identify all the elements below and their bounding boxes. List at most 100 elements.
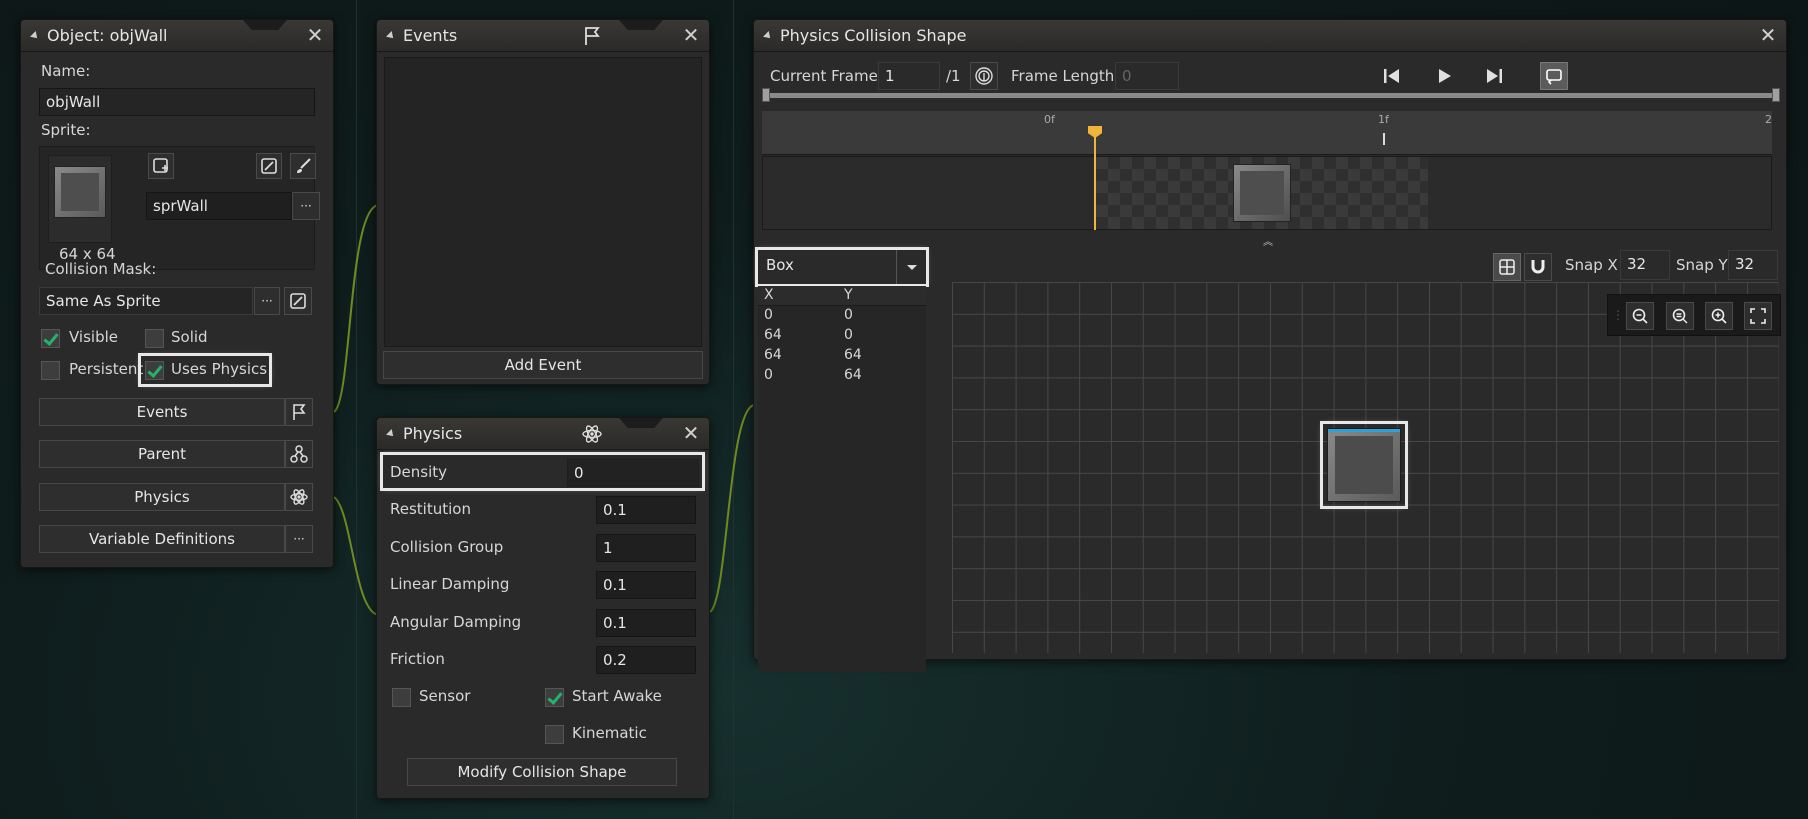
friction-input[interactable]: 0.2 (596, 646, 696, 674)
snap-x-label: Snap X (1565, 256, 1618, 274)
solid-label: Solid (171, 328, 208, 346)
table-row[interactable]: 0 64 (758, 366, 926, 386)
zoom-reset-button[interactable] (1666, 302, 1694, 330)
magnet-icon (1531, 260, 1545, 274)
frame-length-input[interactable]: 0 (1115, 62, 1179, 90)
table-row[interactable]: 64 64 (758, 346, 926, 366)
parent-icon-button[interactable] (285, 440, 313, 468)
chevron-down-icon (907, 265, 917, 270)
zoom-out-button[interactable] (1626, 302, 1654, 330)
restitution-input[interactable]: 0.1 (596, 496, 696, 524)
visible-label: Visible (69, 328, 118, 346)
new-sprite-button[interactable] (148, 153, 174, 179)
points-header-x: X (764, 287, 774, 303)
density-input[interactable]: 0 (567, 459, 699, 487)
timeline-scrollbar[interactable] (762, 88, 1780, 102)
close-icon[interactable]: ✕ (681, 423, 701, 443)
loop-toggle-button[interactable] (1540, 62, 1568, 90)
physics-panel: Physics ✕ Density 0 Restitution 0.1 Coll… (376, 417, 710, 799)
events-panel-header: Events ✕ (377, 20, 709, 52)
collision-mask-label: Collision Mask: (45, 260, 157, 278)
zoom-in-button[interactable] (1705, 302, 1733, 330)
sprite-name-field[interactable]: sprWall (146, 192, 292, 220)
fullscreen-button[interactable] (1744, 302, 1772, 330)
onion-skin-button[interactable] (970, 62, 998, 90)
collapse-arrow-icon[interactable] (386, 30, 396, 41)
sprite-box: 64 x 64 sprWall ··· (39, 146, 320, 270)
snap-toggle-button[interactable] (1524, 253, 1552, 281)
add-event-button[interactable]: Add Event (383, 351, 703, 379)
angular-damping-input[interactable]: 0.1 (596, 609, 696, 637)
table-row[interactable]: 0 0 (758, 306, 926, 326)
physics-button[interactable]: Physics (39, 483, 285, 511)
play-icon[interactable] (1434, 66, 1454, 90)
object-panel: Object: objWall ✕ Name: objWall Sprite: … (20, 19, 334, 568)
skip-end-icon[interactable] (1484, 66, 1504, 90)
collision-panel-header: Physics Collision Shape ✕ (754, 20, 1786, 52)
collision-sprite[interactable] (1327, 428, 1401, 502)
edit-sprite-button[interactable] (256, 153, 282, 179)
collapse-arrow-icon[interactable] (30, 30, 40, 41)
modify-collision-shape-button[interactable]: Modify Collision Shape (407, 758, 677, 786)
current-frame-label: Current Frame: (770, 67, 883, 85)
collision-panel-title: Physics Collision Shape (780, 26, 967, 45)
parent-button[interactable]: Parent (39, 440, 285, 468)
events-button[interactable]: Events (39, 398, 285, 426)
brush-icon (297, 158, 311, 173)
close-icon[interactable]: ✕ (305, 25, 325, 45)
name-input[interactable]: objWall (39, 88, 315, 116)
frame-total-label: /1 (946, 67, 961, 85)
variable-definitions-button[interactable]: Variable Definitions (39, 525, 285, 553)
physics-icon-button[interactable] (285, 483, 313, 511)
paint-sprite-button[interactable] (290, 153, 316, 179)
snap-y-label: Snap Y (1676, 256, 1728, 274)
timeline-mark-1: 1f (1378, 113, 1389, 126)
flag-icon (581, 25, 603, 47)
sprite-thumbnail-frame[interactable] (48, 155, 112, 243)
uses-physics-label: Uses Physics (171, 360, 268, 378)
frame-cell[interactable] (1096, 157, 1428, 229)
grid-toggle-button[interactable] (1493, 253, 1521, 281)
current-frame-input[interactable]: 1 (878, 62, 940, 90)
variable-definitions-more-button[interactable]: ··· (285, 525, 313, 553)
skip-start-icon[interactable] (1382, 66, 1402, 90)
drag-grip-icon[interactable]: ⋮ (1612, 308, 1624, 322)
timeline-ruler[interactable]: 0f 1f 2 (762, 111, 1772, 155)
scroll-handle-left[interactable] (762, 88, 770, 102)
snap-y-input[interactable]: 32 (1728, 250, 1778, 280)
persistent-checkbox[interactable] (41, 361, 60, 380)
uses-physics-checkbox[interactable] (145, 361, 164, 380)
collision-mask-edit-button[interactable] (284, 287, 312, 315)
shape-dropdown[interactable]: Box (755, 247, 929, 287)
scroll-handle-right[interactable] (1772, 88, 1780, 102)
linear-damping-input[interactable]: 0.1 (596, 571, 696, 599)
collision-edge-top[interactable] (1328, 429, 1400, 432)
zoom-toolbar: ⋮ (1607, 294, 1781, 336)
point-x: 0 (764, 307, 773, 323)
collision-canvas[interactable] (952, 282, 1779, 653)
collision-mask-browse-button[interactable]: ··· (254, 287, 280, 315)
collision-group-input[interactable]: 1 (596, 534, 696, 562)
kinematic-checkbox[interactable] (545, 725, 564, 744)
events-list[interactable] (384, 57, 702, 347)
close-icon[interactable]: ✕ (681, 25, 701, 45)
collision-mask-field[interactable]: Same As Sprite (39, 287, 253, 315)
timeline-mark-2: 2 (1765, 113, 1772, 126)
dropdown-arrow (896, 250, 926, 284)
collapse-arrow-icon[interactable] (763, 30, 773, 41)
collapse-arrow-icon[interactable] (386, 428, 396, 439)
events-flag-button[interactable] (285, 398, 313, 426)
table-row[interactable]: 64 0 (758, 326, 926, 346)
sensor-checkbox[interactable] (392, 688, 411, 707)
snap-x-input[interactable]: 32 (1620, 250, 1670, 280)
collapse-timeline-icon[interactable]: ︽ (1263, 233, 1273, 248)
visible-checkbox[interactable] (41, 329, 60, 348)
frame-strip[interactable] (762, 156, 1772, 230)
start-awake-checkbox[interactable] (545, 688, 564, 707)
object-panel-header: Object: objWall ✕ (21, 20, 333, 52)
prop-label-friction: Friction (390, 650, 445, 668)
close-icon[interactable]: ✕ (1758, 25, 1778, 45)
sensor-label: Sensor (419, 687, 471, 705)
solid-checkbox[interactable] (145, 329, 164, 348)
sprite-browse-button[interactable]: ··· (292, 192, 320, 220)
